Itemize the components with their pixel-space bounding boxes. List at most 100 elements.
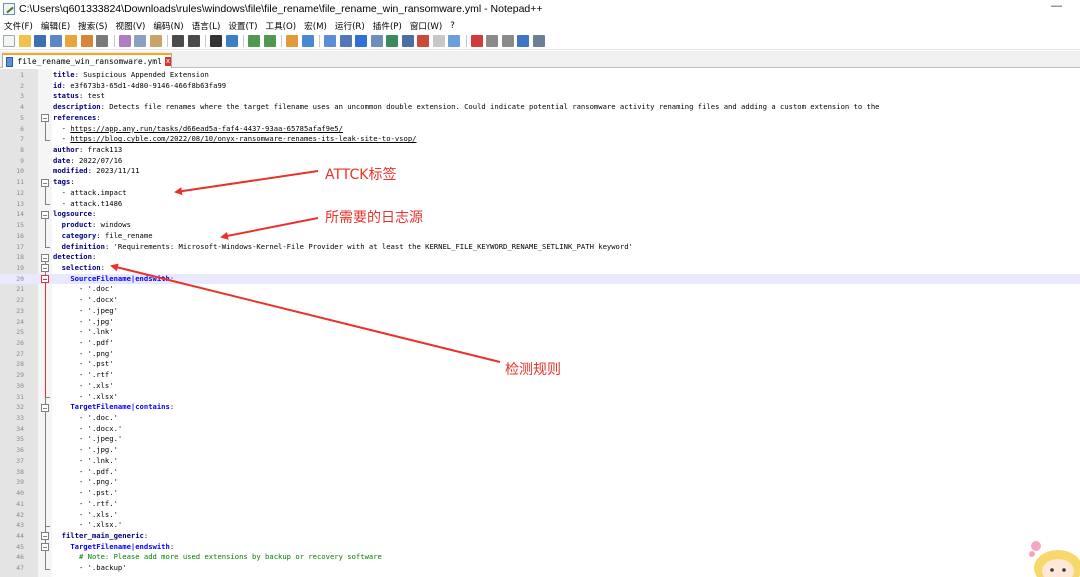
code-line[interactable]: 33 - '.doc.' [0, 413, 1080, 424]
menu-item[interactable]: 窗口(W) [410, 20, 442, 32]
undo-icon[interactable] [172, 35, 184, 47]
code-line[interactable]: 25 - '.lnk' [0, 327, 1080, 338]
code-line[interactable]: 22 - '.docx' [0, 295, 1080, 306]
sync-horizontal-icon[interactable] [301, 35, 314, 47]
code-line[interactable]: 8 author: frack113 [0, 145, 1080, 156]
code-line[interactable]: 41 - '.rtf.' [0, 499, 1080, 510]
code-line[interactable]: 3 status: test [0, 91, 1080, 102]
replace-icon[interactable] [225, 35, 238, 47]
code-line[interactable]: 42 - '.xls.' [0, 510, 1080, 521]
stop-macro-icon[interactable] [486, 35, 498, 47]
menu-item[interactable]: 运行(R) [335, 20, 365, 32]
new-file-icon[interactable] [3, 35, 15, 47]
user-defined-language-icon[interactable] [370, 35, 383, 47]
menu-item[interactable]: 文件(F) [4, 20, 33, 32]
close-file-icon[interactable] [65, 35, 77, 47]
fold-toggle-icon[interactable] [41, 532, 49, 541]
indent-guide-icon[interactable] [355, 35, 367, 47]
run-macro-multiple-icon[interactable] [517, 35, 529, 47]
record-macro-icon[interactable] [470, 35, 483, 47]
sync-vertical-icon[interactable] [286, 35, 298, 47]
fold-toggle-icon[interactable] [41, 210, 49, 219]
code-line[interactable]: 20 SourceFilename|endswith: [0, 273, 1080, 285]
fold-toggle-icon[interactable] [41, 253, 49, 262]
code-line[interactable]: 38 - '.pdf.' [0, 467, 1080, 478]
fold-toggle-icon[interactable] [41, 275, 49, 284]
code-line[interactable]: 30 - '.xls' [0, 381, 1080, 392]
fold-toggle-icon[interactable] [41, 114, 49, 123]
code-line[interactable]: 16 category: file_rename [0, 231, 1080, 242]
close-tab-icon[interactable]: x [164, 57, 171, 66]
code-line[interactable]: 18 detection: [0, 252, 1080, 263]
code-line[interactable]: 15 product: windows [0, 220, 1080, 231]
code-line[interactable]: 12 - attack.impact [0, 188, 1080, 199]
minimize-button[interactable]: — [1051, 0, 1062, 12]
code-line[interactable]: 43 - '.xlsx.' [0, 520, 1080, 531]
code-line[interactable]: 5 references: [0, 113, 1080, 124]
code-line[interactable]: 45 TargetFilename|endswith: [0, 542, 1080, 553]
code-line[interactable]: 44 filter_main_generic: [0, 531, 1080, 542]
code-line[interactable]: 27 - '.png' [0, 349, 1080, 360]
code-line[interactable]: 31 - '.xlsx' [0, 392, 1080, 403]
folder-as-workspace-icon[interactable] [417, 35, 429, 47]
redo-icon[interactable] [187, 35, 200, 47]
menu-item[interactable]: 搜索(S) [78, 20, 107, 32]
code-line[interactable]: 23 - '.jpeg' [0, 306, 1080, 317]
monitoring-icon[interactable] [432, 35, 445, 47]
code-line[interactable]: 7 - https://blog.cyble.com/2022/08/10/on… [0, 134, 1080, 145]
save-all-icon[interactable] [49, 35, 62, 47]
code-line[interactable]: 13 - attack.t1486 [0, 199, 1080, 210]
menu-item[interactable]: 工具(O) [265, 20, 296, 32]
menu-item[interactable]: 宏(M) [304, 20, 327, 32]
fold-toggle-icon[interactable] [41, 264, 49, 273]
code-line[interactable]: 36 - '.jpg.' [0, 445, 1080, 456]
menu-item[interactable]: 编码(N) [153, 20, 183, 32]
code-line[interactable]: 19 selection: [0, 263, 1080, 274]
open-file-icon[interactable] [18, 35, 31, 47]
code-line[interactable]: 26 - '.pdf' [0, 338, 1080, 349]
code-line[interactable]: 39 - '.png.' [0, 477, 1080, 488]
fold-toggle-icon[interactable] [41, 403, 49, 412]
menu-item[interactable]: 编辑(E) [41, 20, 70, 32]
code-line[interactable]: 1 title: Suspicious Appended Extension [0, 70, 1080, 81]
code-line[interactable]: 37 - '.lnk.' [0, 456, 1080, 467]
find-icon[interactable] [210, 35, 222, 47]
play-macro-icon[interactable] [501, 35, 514, 47]
code-line[interactable]: 17 definition: 'Requirements: Microsoft-… [0, 242, 1080, 253]
code-line[interactable]: 10 modified: 2023/11/11 [0, 166, 1080, 177]
copy-icon[interactable] [134, 35, 146, 47]
close-all-icon[interactable] [80, 35, 93, 47]
zoom-in-icon[interactable] [248, 35, 260, 47]
cut-icon[interactable] [118, 35, 131, 47]
code-line[interactable]: 21 - '.doc' [0, 284, 1080, 295]
menu-item[interactable]: 视图(V) [116, 20, 146, 32]
eye-icon[interactable] [448, 35, 460, 47]
zoom-out-icon[interactable] [263, 35, 276, 47]
code-line[interactable]: 2 id: e3f673b3-65d1-4d80-9146-466f8b63fa9… [0, 81, 1080, 92]
code-line[interactable]: 6 - https://app.any.run/tasks/d66ead5a-f… [0, 124, 1080, 135]
document-map-icon[interactable] [386, 35, 398, 47]
code-line[interactable]: 40 - '.pst.' [0, 488, 1080, 499]
code-line[interactable]: 14 logsource: [0, 209, 1080, 220]
paste-icon[interactable] [149, 35, 162, 47]
fold-toggle-icon[interactable] [41, 543, 49, 552]
editor-area[interactable]: 1 title: Suspicious Appended Extension 2 id… [0, 69, 1080, 577]
menu-item[interactable]: 设置(T) [228, 20, 257, 32]
code-line[interactable]: 35 - '.jpeg.' [0, 434, 1080, 445]
code-line[interactable]: 9 date: 2022/07/16 [0, 156, 1080, 167]
code-line[interactable]: 11 tags: [0, 177, 1080, 188]
code-line[interactable]: 24 - '.jpg' [0, 317, 1080, 328]
code-line[interactable]: 4 description: Detects file renames where… [0, 102, 1080, 113]
code-line[interactable]: 34 - '.docx.' [0, 424, 1080, 435]
tab-file-rename-win-ransomware[interactable]: file_rename_win_ransomware.yml x [2, 53, 172, 68]
word-wrap-icon[interactable] [324, 35, 336, 47]
show-all-characters-icon[interactable] [339, 35, 352, 47]
code-line[interactable]: 47 - '.backup' [0, 563, 1080, 574]
save-icon[interactable] [34, 35, 46, 47]
print-icon[interactable] [96, 35, 108, 47]
function-list-icon[interactable] [401, 35, 414, 47]
fold-toggle-icon[interactable] [41, 178, 49, 187]
menu-item[interactable]: 插件(P) [373, 20, 402, 32]
code-line[interactable]: 32 TargetFilename|contains: [0, 402, 1080, 413]
save-macro-icon[interactable] [532, 35, 545, 47]
